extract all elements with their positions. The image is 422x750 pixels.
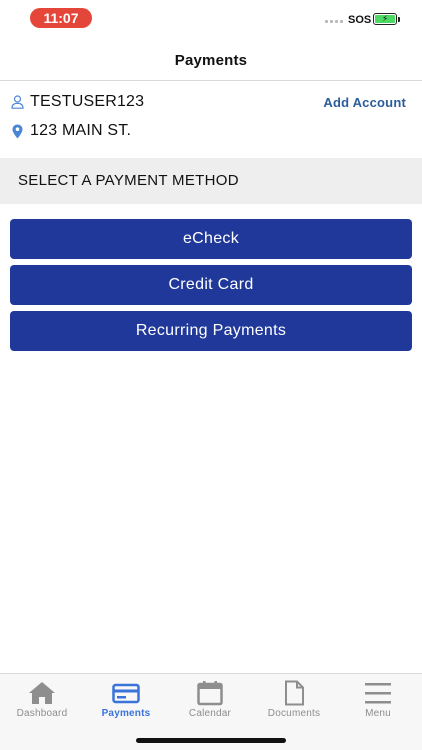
account-username: TESTUSER123 bbox=[30, 93, 145, 110]
account-address-row: 123 MAIN ST. bbox=[10, 122, 131, 140]
echeck-button[interactable]: eCheck bbox=[10, 219, 412, 259]
document-icon bbox=[280, 680, 308, 706]
tab-label: Calendar bbox=[188, 708, 232, 719]
signal-icon bbox=[325, 20, 343, 23]
payment-method-list: eCheck Credit Card Recurring Payments bbox=[10, 219, 412, 357]
section-title: SELECT A PAYMENT METHOD bbox=[18, 172, 239, 189]
tab-calendar[interactable]: Calendar bbox=[168, 674, 252, 724]
tab-dashboard[interactable]: Dashboard bbox=[0, 674, 84, 724]
credit-card-button[interactable]: Credit Card bbox=[10, 265, 412, 305]
add-account-link[interactable]: Add Account bbox=[323, 95, 406, 110]
account-info: TESTUSER123 Add Account 123 MAIN ST. bbox=[0, 82, 422, 158]
page-title: Payments bbox=[174, 52, 248, 69]
tab-payments[interactable]: Payments bbox=[84, 674, 168, 724]
nav-header: Payments bbox=[0, 40, 422, 81]
status-time: 11:07 bbox=[30, 8, 92, 28]
charging-bolt-icon: ⚡ bbox=[381, 13, 389, 24]
sos-indicator: SOS bbox=[348, 14, 372, 26]
status-bar: 11:07 SOS ⚡ bbox=[0, 0, 422, 40]
battery-cap bbox=[398, 17, 400, 22]
recurring-payments-button[interactable]: Recurring Payments bbox=[10, 311, 412, 351]
person-icon bbox=[10, 94, 24, 110]
tab-label: Payments bbox=[101, 708, 151, 719]
battery-icon: ⚡ bbox=[373, 13, 397, 25]
tab-label: Menu bbox=[365, 708, 391, 719]
account-address: 123 MAIN ST. bbox=[30, 122, 132, 139]
hamburger-menu-icon bbox=[364, 680, 392, 706]
tab-label: Documents bbox=[267, 708, 321, 719]
home-icon bbox=[28, 680, 56, 706]
section-header: SELECT A PAYMENT METHOD bbox=[0, 158, 422, 204]
credit-card-icon bbox=[112, 680, 140, 706]
location-pin-icon bbox=[10, 123, 24, 139]
home-indicator[interactable] bbox=[136, 738, 286, 743]
calendar-icon bbox=[196, 680, 224, 706]
tab-documents[interactable]: Documents bbox=[252, 674, 336, 724]
tab-menu[interactable]: Menu bbox=[336, 674, 420, 724]
account-user-row: TESTUSER123 bbox=[10, 93, 144, 111]
tab-label: Dashboard bbox=[16, 708, 68, 719]
